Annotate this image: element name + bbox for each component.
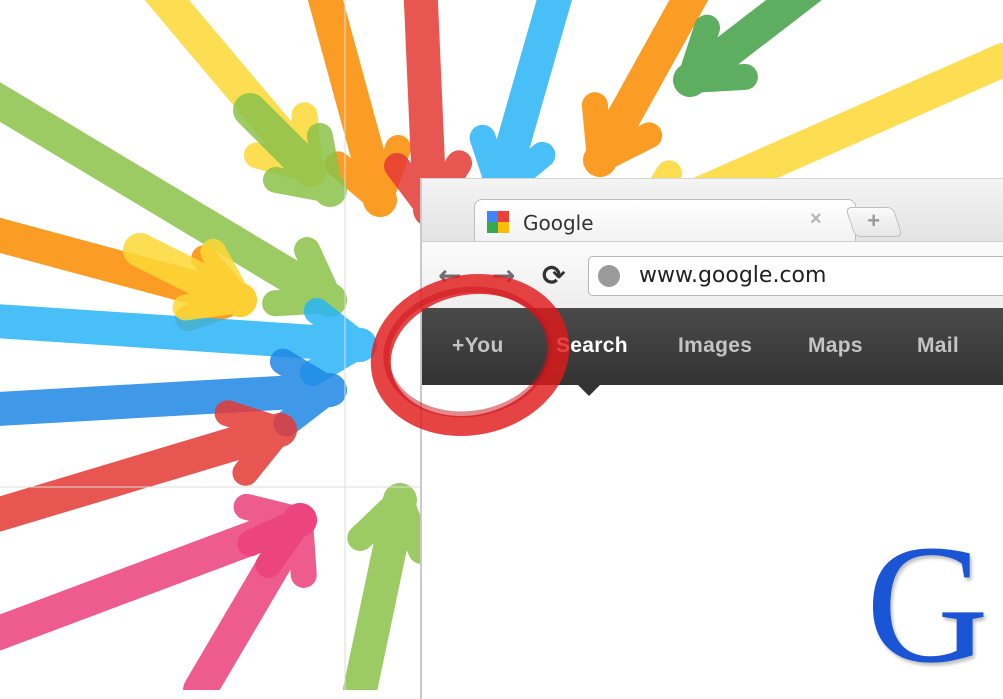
- globe-icon: [598, 265, 620, 287]
- google-logo: G: [866, 510, 989, 698]
- close-icon[interactable]: ×: [810, 208, 822, 231]
- gbar-item-you[interactable]: +You: [452, 334, 504, 358]
- paint-arrow: [343, 483, 435, 690]
- new-tab-button[interactable]: +: [845, 207, 903, 237]
- address-bar[interactable]: www.google.com: [588, 256, 1003, 296]
- address-bar-url: www.google.com: [639, 263, 827, 288]
- plus-icon: +: [867, 208, 881, 233]
- paint-arrow: [673, 0, 822, 97]
- google-bar: +You Search Images Maps Mail: [422, 308, 1003, 385]
- paint-arrow: [469, 0, 572, 207]
- tab-strip: Google × +: [422, 179, 1003, 244]
- gbar-item-mail[interactable]: Mail: [917, 334, 959, 358]
- gbar-item-maps[interactable]: Maps: [808, 334, 863, 358]
- reload-icon[interactable]: ⟳: [542, 259, 565, 292]
- browser-toolbar: ← → ⟳ www.google.com: [422, 241, 1003, 309]
- gbar-item-images[interactable]: Images: [678, 334, 752, 358]
- active-tab-indicator: [578, 385, 600, 396]
- google-favicon-icon: [487, 211, 509, 233]
- browser-window: Google × + ← → ⟳ www.google.com +You Sea…: [420, 178, 1003, 699]
- back-arrow-icon[interactable]: ←: [438, 259, 461, 292]
- tab-title: Google: [523, 211, 594, 235]
- gbar-item-search[interactable]: Search: [556, 334, 628, 358]
- tab-google[interactable]: Google ×: [474, 199, 856, 244]
- forward-arrow-icon[interactable]: →: [492, 259, 515, 292]
